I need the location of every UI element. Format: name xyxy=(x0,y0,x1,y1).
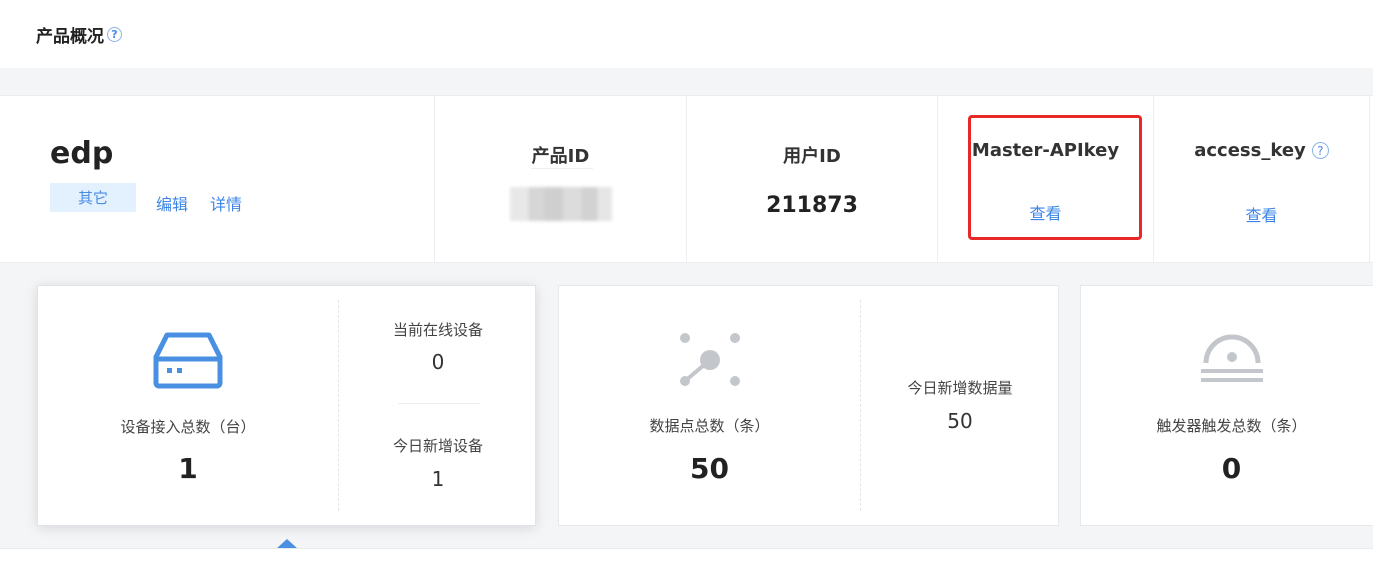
access-key-label: access_key xyxy=(1194,140,1306,161)
access-key-label-row: access_key ? xyxy=(1154,140,1369,161)
user-id-value: 211873 xyxy=(766,193,858,218)
product-cell: edp 其它 编辑 详情 xyxy=(0,96,435,262)
page-title-text: 产品概况 xyxy=(36,27,104,47)
details-link[interactable]: 详情 xyxy=(210,191,242,215)
user-id-label: 用户ID xyxy=(783,146,841,167)
triggers-total-value: 0 xyxy=(1221,452,1242,485)
product-name: edp xyxy=(50,136,114,171)
bottom-area xyxy=(0,549,1373,564)
access-key-cell: access_key ? 查看 xyxy=(1154,96,1370,262)
product-id-value-blurred xyxy=(510,187,612,221)
user-id-cell: 用户ID 211873 xyxy=(687,96,938,262)
category-tag: 其它 xyxy=(50,183,136,212)
online-devices-value: 0 xyxy=(431,350,445,374)
divider xyxy=(398,403,480,404)
access-key-view-link[interactable]: 查看 xyxy=(1154,202,1369,226)
datapoints-total-label: 数据点总数（条） xyxy=(649,417,770,435)
product-id-cell: 产品ID xyxy=(435,96,687,262)
datapoint-icon xyxy=(680,333,740,386)
triggers-card[interactable]: 触发器触发总数（条） 0 xyxy=(1080,285,1373,526)
product-info-row: edp 其它 编辑 详情 产品ID 用户ID 211873 Master-API… xyxy=(0,95,1373,263)
divider xyxy=(860,300,861,511)
top-bar: 产品概况 ? xyxy=(0,0,1373,68)
today-devices-label: 今日新增设备 xyxy=(392,437,483,455)
devices-total-label: 设备接入总数（台） xyxy=(120,418,256,436)
device-icon xyxy=(153,332,223,389)
product-id-label: 产品ID xyxy=(531,146,590,167)
page-title: 产品概况 ? xyxy=(36,22,122,47)
trigger-icon xyxy=(1201,334,1263,382)
devices-total-value: 1 xyxy=(178,452,198,485)
today-devices-value: 1 xyxy=(431,467,445,491)
help-icon[interactable]: ? xyxy=(107,27,122,42)
access-key-help-icon[interactable]: ? xyxy=(1311,142,1329,159)
online-devices-label: 当前在线设备 xyxy=(392,321,483,339)
today-datapoints-value: 50 xyxy=(947,409,973,433)
highlight-box xyxy=(968,115,1142,240)
today-datapoints-label: 今日新增数据量 xyxy=(907,379,1013,397)
triggers-total-label: 触发器触发总数（条） xyxy=(1156,417,1307,435)
datapoints-card[interactable]: 数据点总数（条） 50 今日新增数据量 50 xyxy=(558,285,1059,526)
datapoints-total-value: 50 xyxy=(690,452,729,485)
label-underline xyxy=(531,168,593,169)
devices-card[interactable]: 设备接入总数（台） 1 当前在线设备 0 今日新增设备 1 xyxy=(37,285,536,526)
edit-link[interactable]: 编辑 xyxy=(156,191,188,215)
